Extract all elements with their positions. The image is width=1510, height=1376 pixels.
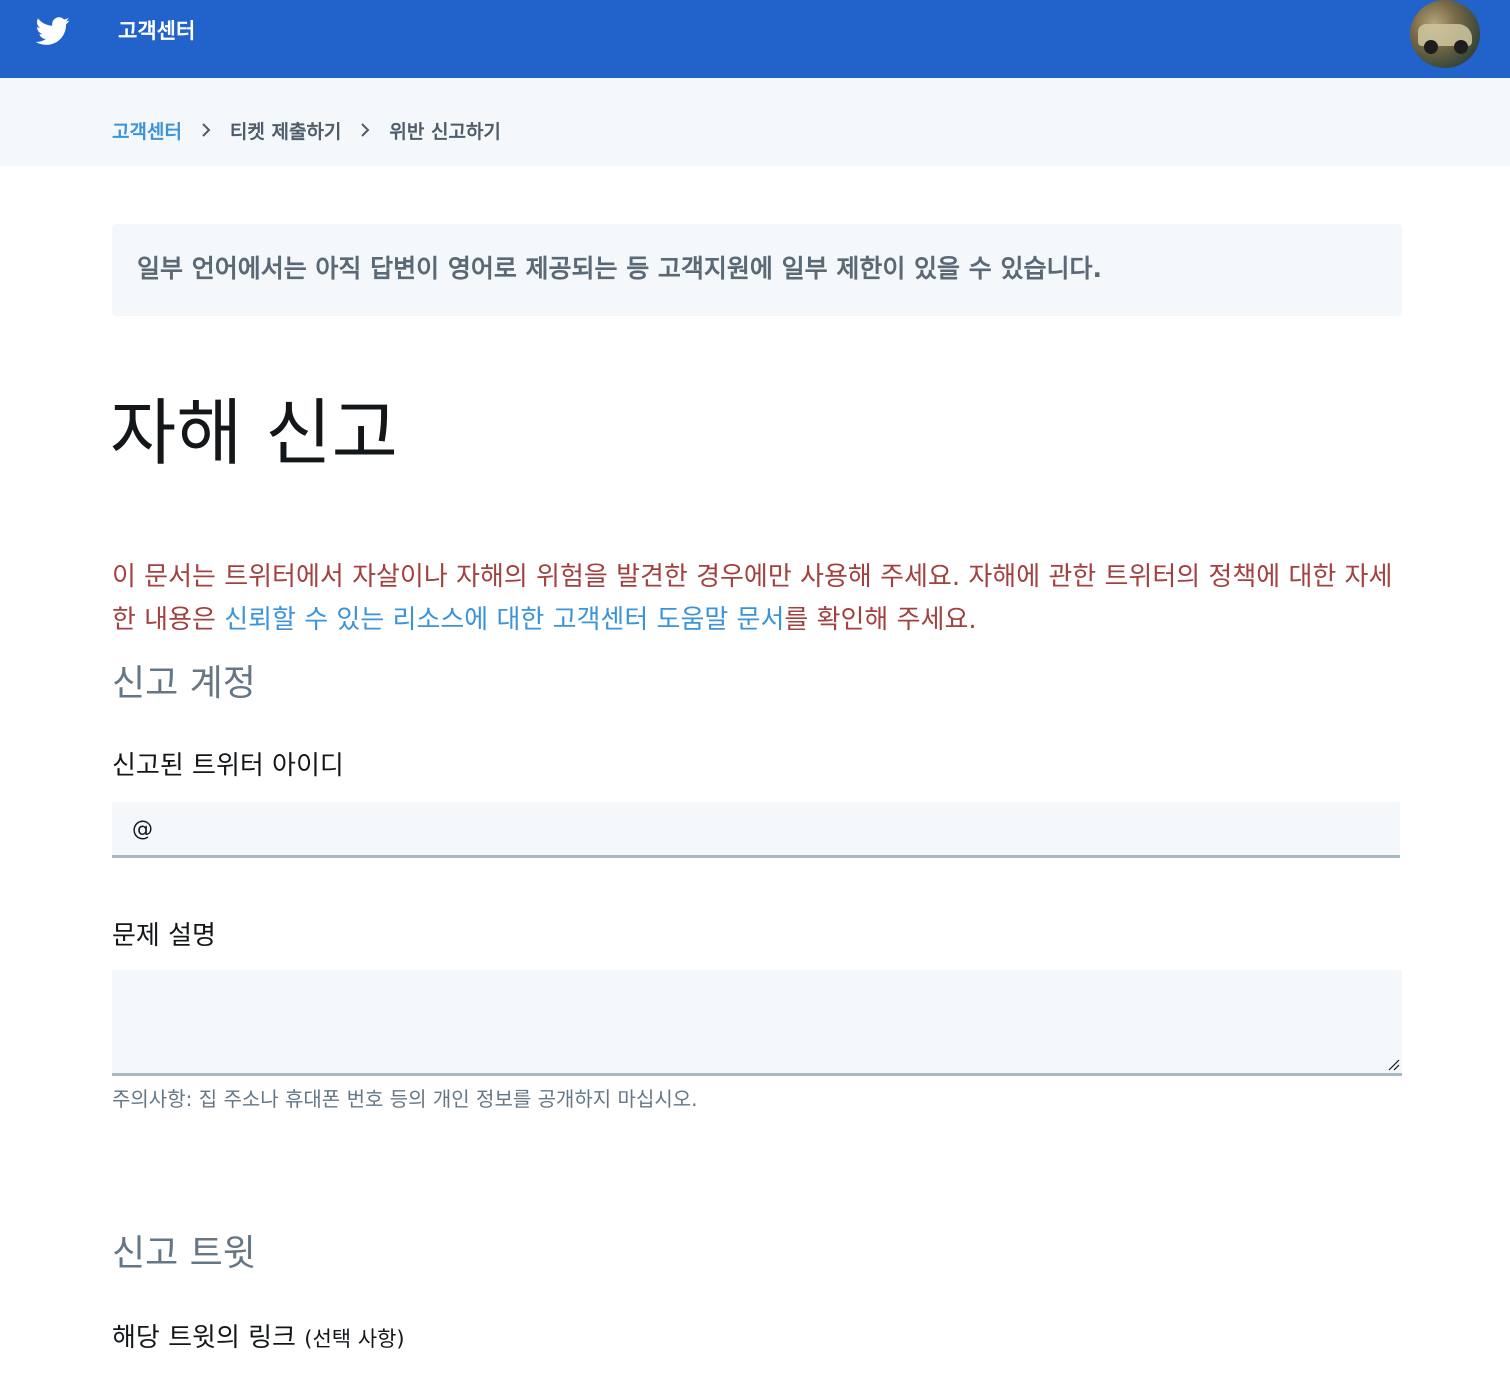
breadcrumb-item-help-center[interactable]: 고객센터 [112,117,182,144]
chevron-right-icon [361,123,370,137]
tweet-link-label: 해당 트윗의 링크 (선택 사항) [112,1322,405,1355]
privacy-hint: 주의사항: 집 주소나 휴대폰 번호 등의 개인 정보를 공개하지 마십시오. [112,1087,698,1111]
section-heading-account: 신고 계정 [112,663,256,704]
avatar-image-wheel [1424,40,1438,54]
resize-handle-icon[interactable] [1386,1057,1400,1071]
optional-tag: (선택 사항) [304,1327,405,1351]
twitter-bird-icon[interactable] [34,14,72,48]
reported-username-label: 신고된 트위터 아이디 [112,751,344,781]
breadcrumb: 고객센터 티켓 제출하기 위반 신고하기 [112,117,501,143]
problem-description-field[interactable] [112,970,1402,1076]
chevron-right-icon [202,123,211,137]
breadcrumb-item-report-violation: 위반 신고하기 [389,120,501,143]
warning-paragraph: 이 문서는 트위터에서 자살이나 자해의 위험을 발견한 경우에만 사용해 주세… [112,556,1402,642]
resources-help-link[interactable]: 신뢰할 수 있는 리소스에 대한 고객센터 도움말 문서 [224,605,784,635]
problem-description-label: 문제 설명 [112,921,216,951]
tweet-link-label-text: 해당 트윗의 링크 [112,1323,296,1353]
top-bar: 고객센터 [0,0,1510,78]
warning-text-end: 를 확인해 주세요. [784,605,977,635]
language-notice: 일부 언어에서는 아직 답변이 영어로 제공되는 등 고객지원에 일부 제한이 … [112,224,1402,316]
section-heading-tweet: 신고 트윗 [112,1233,256,1274]
problem-description-textarea[interactable] [112,970,1400,1070]
user-avatar[interactable] [1410,0,1480,68]
brand-title[interactable]: 고객센터 [118,17,195,45]
breadcrumb-item-submit-ticket[interactable]: 티켓 제출하기 [230,117,342,144]
avatar-image-wheel [1454,40,1468,54]
language-notice-text: 일부 언어에서는 아직 답변이 영어로 제공되는 등 고객지원에 일부 제한이 … [137,254,1102,283]
reported-username-input[interactable] [156,802,1386,852]
at-prefix: @ [132,817,153,841]
reported-username-field[interactable]: @ [112,802,1400,858]
page-title: 자해 신고 [110,391,398,475]
